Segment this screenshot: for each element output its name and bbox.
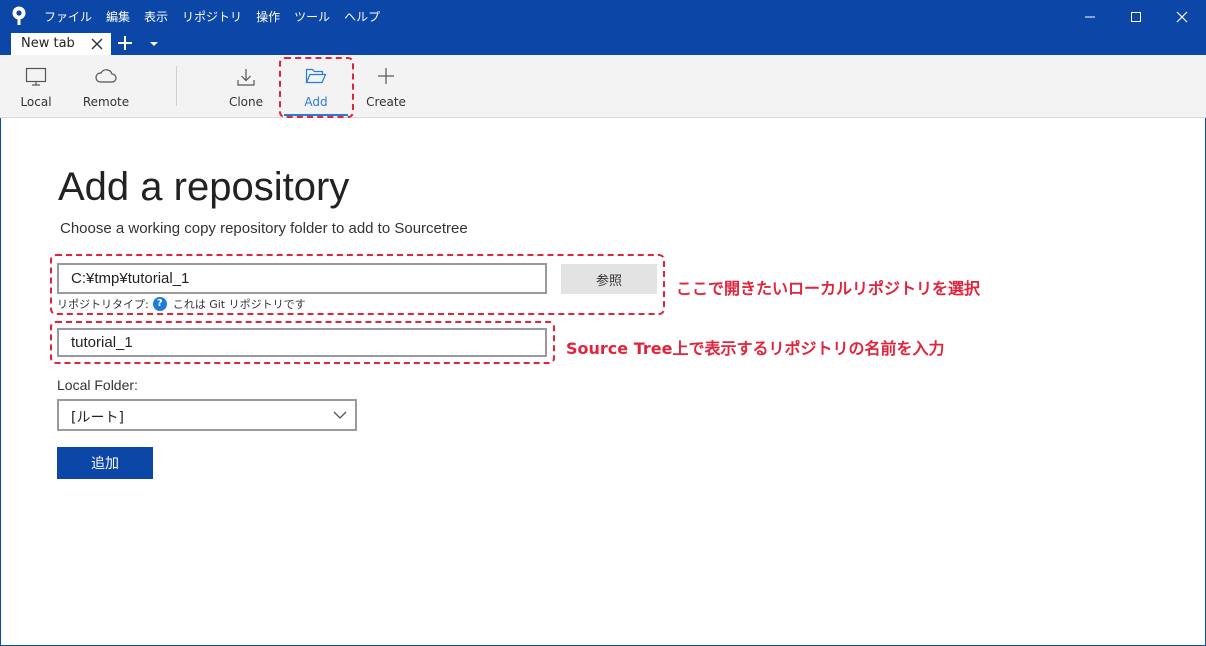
annotation-select-repo: ここで開きたいローカルリポジトリを選択: [676, 279, 981, 298]
add-tab-icon[interactable]: [117, 35, 133, 51]
add-repository-button[interactable]: 追加: [57, 447, 153, 479]
sourcetree-logo-icon: [12, 6, 26, 25]
title-bar: ファイル 編集 表示 リポジトリ 操作 ツール ヘルプ: [0, 0, 1206, 33]
page-title: Add a repository: [58, 165, 350, 209]
maximize-button[interactable]: [1113, 0, 1159, 33]
toolbar: Local Remote Clone Add Create: [0, 55, 1206, 118]
close-icon: [1176, 11, 1188, 22]
clone-button[interactable]: Clone: [222, 55, 270, 117]
toolbar-divider: [176, 66, 177, 106]
tab-strip: New tab: [0, 33, 1206, 55]
maximize-icon: [1131, 11, 1141, 22]
chevron-down-icon: [333, 411, 347, 419]
menu-repository[interactable]: リポジトリ: [182, 8, 242, 25]
page-subtitle: Choose a working copy repository folder …: [60, 220, 468, 237]
menu-help[interactable]: ヘルプ: [344, 8, 380, 25]
download-icon: [237, 69, 255, 86]
remote-label: Remote: [82, 95, 130, 109]
local-folder-select[interactable]: [ルート]: [57, 399, 357, 431]
path-highlight-box: [50, 254, 665, 315]
local-label: Local: [20, 95, 52, 109]
tab-label: New tab: [21, 36, 75, 51]
monitor-icon: [25, 67, 47, 86]
local-folder-label: Local Folder:: [57, 377, 138, 393]
menu-file[interactable]: ファイル: [44, 8, 92, 25]
add-highlight-box: [279, 57, 354, 118]
remote-button[interactable]: Remote: [80, 55, 132, 117]
annotation-name-repo: Source Tree上で表示するリポジトリの名前を入力: [566, 339, 945, 358]
close-tab-icon[interactable]: [91, 38, 103, 50]
chevron-down-icon[interactable]: [149, 40, 159, 48]
local-folder-value: [ルート]: [71, 410, 124, 426]
menu-view[interactable]: 表示: [144, 8, 168, 25]
create-button[interactable]: Create: [360, 55, 412, 117]
close-window-button[interactable]: [1159, 0, 1205, 33]
name-highlight-box: [50, 321, 555, 364]
menu-edit[interactable]: 編集: [106, 8, 130, 25]
local-button[interactable]: Local: [12, 55, 60, 117]
tab-new-tab[interactable]: New tab: [11, 33, 111, 55]
plus-icon: [378, 68, 394, 84]
cloud-icon: [95, 69, 117, 83]
clone-label: Clone: [228, 95, 264, 109]
menu-tools[interactable]: ツール: [294, 8, 330, 25]
minimize-icon: [1085, 16, 1095, 17]
menu-bar: ファイル 編集 表示 リポジトリ 操作 ツール ヘルプ: [44, 8, 394, 25]
minimize-button[interactable]: [1067, 0, 1113, 33]
menu-actions[interactable]: 操作: [256, 8, 280, 25]
create-label: Create: [366, 95, 406, 109]
